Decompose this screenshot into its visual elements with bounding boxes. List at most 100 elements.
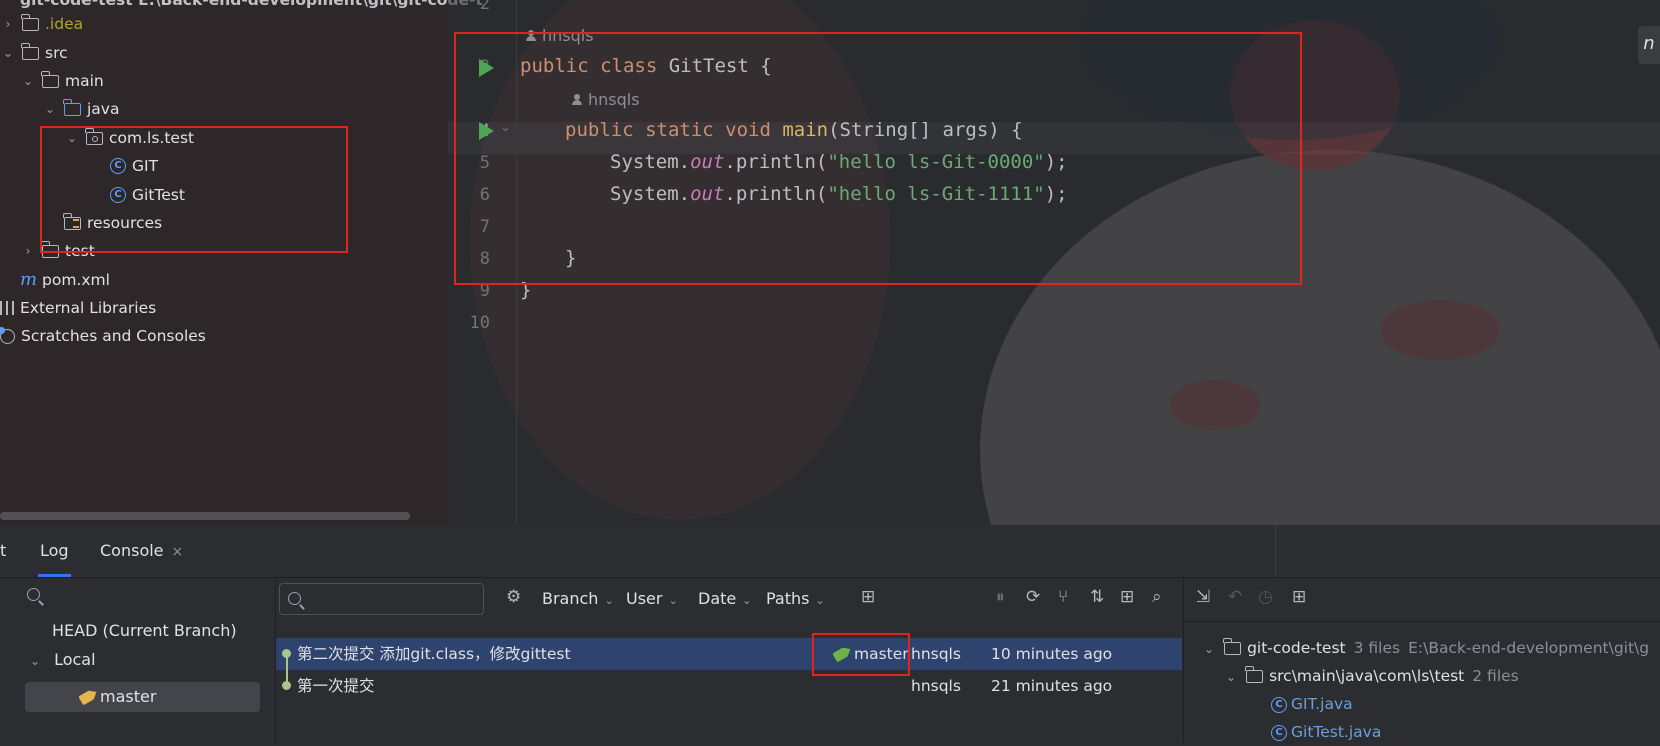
graph-node	[282, 649, 291, 658]
commit-row[interactable]: 第一次提交 hnsqls 21 minutes ago	[276, 670, 1182, 702]
tree-item-pom[interactable]: m pom.xml	[20, 266, 110, 294]
horizontal-scrollbar[interactable]	[0, 512, 410, 520]
filter-label: Branch	[542, 589, 599, 608]
commit-author: hnsqls	[911, 645, 961, 663]
tree-item-main[interactable]: ⌄ main	[20, 67, 104, 95]
changes-root[interactable]: ⌄ git-code-test 3 files E:\Back-end-develop…	[1204, 634, 1649, 662]
tree-item-src[interactable]: ⌄ src	[0, 39, 68, 67]
tab-label: Console	[100, 541, 164, 560]
code-editor[interactable]: 2 3 4 5 6 7 8 9 10 ⌄ hnsqls public class…	[448, 0, 1660, 525]
branch-tag-icon	[78, 690, 94, 705]
search-icon[interactable]	[27, 588, 40, 601]
filter-user-dropdown[interactable]: User ⌄	[626, 589, 678, 608]
folder-icon	[21, 42, 39, 60]
filter-branch-dropdown[interactable]: Branch ⌄	[542, 589, 614, 608]
git-tool-window: t Log Console × HEAD (Current Branch) ⌄ Lo…	[0, 525, 1660, 743]
chevron-down-icon[interactable]: ⌄	[1204, 642, 1214, 656]
filter-label: Paths	[766, 589, 810, 608]
group-by-icon[interactable]: ⊞	[1292, 587, 1306, 607]
commit-log-pane: ⚙ Branch ⌄ User ⌄ Date ⌄ Paths ⌄ ⊞ ⏸ ⟳ ⑂ ⇅ ⊞…	[276, 577, 1182, 743]
chevron-right-icon[interactable]: ›	[20, 237, 36, 265]
view-options-icon[interactable]: ⊞	[1120, 587, 1134, 607]
chevron-down-icon[interactable]: ⌄	[20, 67, 36, 95]
chevron-down-icon: ⌄	[815, 594, 825, 607]
ai-assistant-button[interactable]: n	[1638, 26, 1660, 64]
maven-icon: m	[20, 269, 38, 290]
changed-file[interactable]: C GitTest.java	[1271, 718, 1381, 746]
file-name: GitTest.java	[1291, 723, 1382, 741]
collapse-icon[interactable]: ⇲	[1196, 587, 1210, 607]
branch-group-label: Local	[54, 650, 96, 669]
changes-folder-label: src\main\java\com\ls\test	[1269, 667, 1465, 685]
tree-item-label: .idea	[45, 15, 84, 33]
class-icon: C	[1271, 724, 1287, 741]
tree-item-label: java	[87, 100, 120, 118]
sort-icon[interactable]: ⇅	[1090, 587, 1104, 607]
graph-node	[282, 681, 291, 690]
changed-file[interactable]: C GIT.java	[1271, 690, 1353, 718]
divider	[1184, 621, 1660, 622]
changes-root-label: git-code-test	[1247, 639, 1346, 657]
branch-group-local[interactable]: ⌄ Local	[30, 646, 96, 674]
file-name: GIT.java	[1291, 695, 1353, 713]
tree-item-label: main	[65, 72, 104, 90]
filter-label: Date	[698, 589, 737, 608]
close-icon[interactable]: ×	[172, 544, 184, 560]
commit-row[interactable]: 第二次提交 添加git.class，修改gittest master hnsql…	[276, 638, 1182, 686]
history-icon: ◷	[1258, 587, 1273, 607]
tab-console[interactable]: Console ×	[100, 525, 183, 577]
folder-icon	[1245, 666, 1264, 683]
tree-item-label: src	[45, 44, 68, 62]
tab-log[interactable]: Log	[38, 525, 71, 577]
source-folder-icon	[63, 98, 81, 116]
search-icon[interactable]: ⌕	[1152, 587, 1162, 607]
log-search-input[interactable]	[279, 583, 484, 615]
scratches-icon	[0, 326, 15, 344]
author-name: hnsqls	[526, 2, 578, 21]
changes-folder[interactable]: ⌄ src\main\java\com\ls\test 2 files	[1226, 662, 1519, 690]
settings-gear-icon[interactable]: ⚙	[506, 587, 521, 607]
branch-label: master	[100, 687, 157, 706]
tree-item-java[interactable]: ⌄ java	[42, 95, 119, 123]
filter-paths-dropdown[interactable]: Paths ⌄	[766, 589, 825, 608]
tree-item-label: Scratches and Consoles	[21, 327, 206, 345]
chevron-down-icon[interactable]: ⌄	[30, 654, 40, 668]
chevron-down-icon: ⌄	[604, 594, 614, 607]
tree-item-scratches[interactable]: Scratches and Consoles	[0, 322, 206, 350]
commit-author: hnsqls	[911, 677, 961, 695]
chevron-down-icon[interactable]: ⌄	[1226, 670, 1236, 684]
chevron-down-icon[interactable]: ⌄	[42, 95, 58, 123]
branches-pane: HEAD (Current Branch) ⌄ Local	[0, 577, 276, 743]
filter-date-dropdown[interactable]: Date ⌄	[698, 589, 751, 608]
divider	[1275, 525, 1276, 577]
line-number: 2	[479, 0, 490, 14]
refresh-icon[interactable]: ⟳	[1026, 587, 1040, 607]
commit-message: 第二次提交 添加git.class，修改gittest	[297, 645, 571, 663]
chevron-down-icon[interactable]: ⌄	[0, 39, 16, 67]
file-count: 3 files	[1353, 639, 1401, 657]
log-toolbar: ⚙ Branch ⌄ User ⌄ Date ⌄ Paths ⌄ ⊞ ⏸ ⟳ ⑂ ⇅ ⊞…	[276, 577, 1182, 621]
commit-time: 10 minutes ago	[991, 645, 1113, 663]
commit-changes-pane: ⇲ ↶ ◷ ⊞ ⌄ git-code-test 3 files E:\Back-end…	[1183, 577, 1660, 743]
tree-item-idea[interactable]: › .idea	[0, 10, 83, 38]
library-icon	[0, 301, 14, 315]
highlight-box-package	[40, 126, 348, 253]
chevron-down-icon: ⌄	[668, 594, 678, 607]
branch-head[interactable]: HEAD (Current Branch)	[52, 617, 237, 645]
highlight-box-code	[454, 32, 1302, 285]
chevron-right-icon[interactable]: ›	[0, 10, 16, 38]
commit-message: 第一次提交	[297, 677, 375, 695]
branch-master[interactable]: master	[78, 683, 157, 711]
tab-git-partial[interactable]: t	[0, 525, 6, 577]
cherry-pick-icon[interactable]: ⑂	[1058, 587, 1068, 607]
project-root-header[interactable]: git-code-test E:\Back-end-development\gi…	[20, 0, 483, 14]
undo-icon: ↶	[1228, 587, 1243, 607]
new-tab-icon[interactable]: ⊞	[861, 587, 875, 607]
module-icon	[1223, 638, 1242, 655]
tool-window-tabs: t Log Console ×	[0, 525, 1660, 578]
tree-item-label: pom.xml	[42, 271, 110, 289]
folder-icon	[41, 70, 59, 88]
pause-icon[interactable]: ⏸	[996, 587, 1005, 607]
root-path: E:\Back-end-development\git\g	[1408, 639, 1650, 657]
tree-item-external-libraries[interactable]: External Libraries	[0, 294, 156, 322]
